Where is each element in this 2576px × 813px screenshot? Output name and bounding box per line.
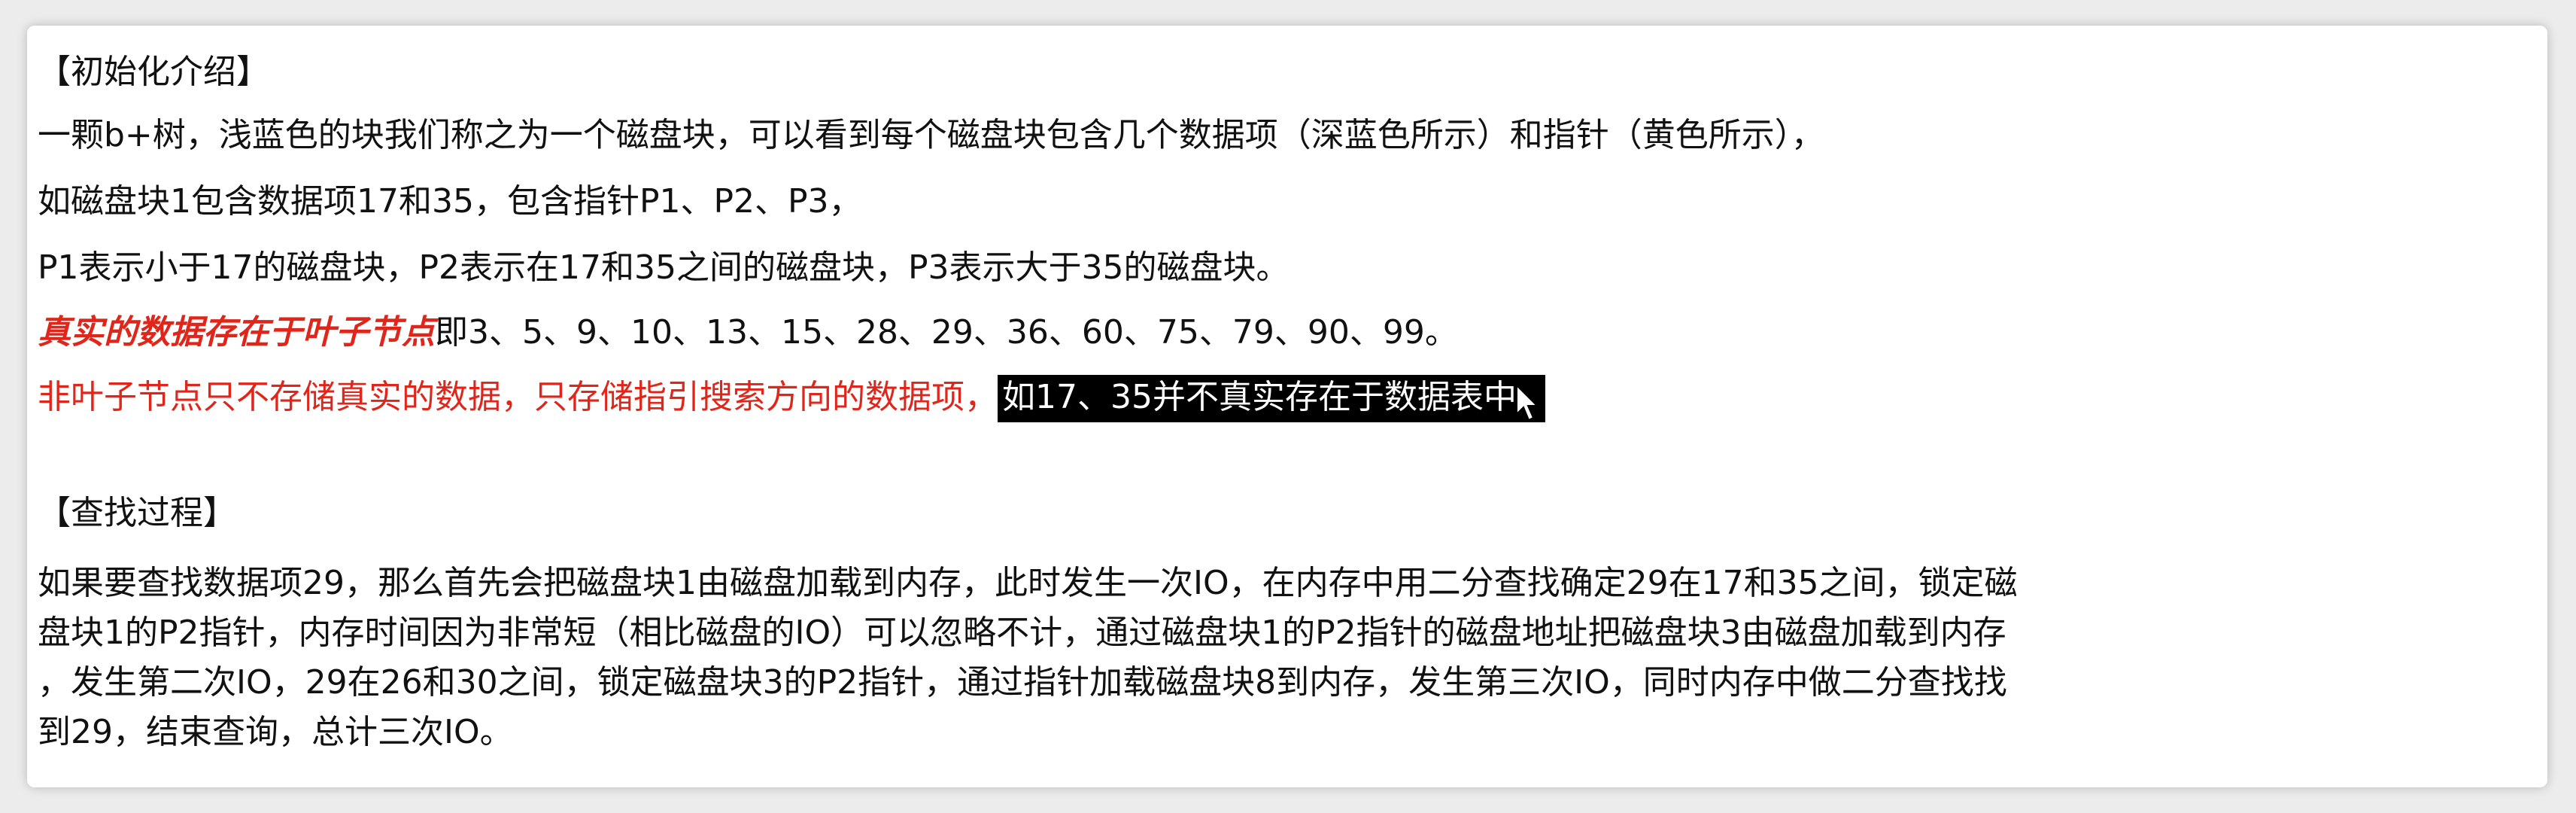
intro-line-1: 一颗b+树，浅蓝色的块我们称之为一个磁盘块，可以看到每个磁盘块包含几个数据项（深…: [38, 116, 1824, 154]
search-heading: 【查找过程】: [38, 494, 236, 532]
intro-line-5: 非叶子节点只不存储真实的数据，只存储指引搜索方向的数据项， 如17、35并不真实存…: [38, 375, 1545, 422]
leaf-values: 即3、5、9、10、13、15、28、29、36、60、75、79、90、99。: [435, 313, 1458, 352]
non-leaf-note: 非叶子节点只不存储真实的数据，只存储指引搜索方向的数据项，: [38, 378, 998, 416]
search-para-line-1: 如果要查找数据项29，那么首先会把磁盘块1由磁盘加载到内存，此时发生一次IO，在…: [38, 564, 2018, 602]
mouse-pointer-icon: [1515, 384, 1539, 422]
search-para-line-4: 到29，结束查询，总计三次IO。: [38, 713, 513, 751]
leaf-node-emphasis: 真实的数据存在于叶子节点: [38, 313, 435, 352]
intro-line-3: P1表示小于17的磁盘块，P2表示在17和35之间的磁盘块，P3表示大于35的磁…: [38, 248, 1290, 287]
document-card: 【初始化介绍】 一颗b+树，浅蓝色的块我们称之为一个磁盘块，可以看到每个磁盘块包…: [27, 26, 2547, 787]
search-para-line-2: 盘块1的P2指针，内存时间因为非常短（相比磁盘的IO）可以忽略不计，通过磁盘块1…: [38, 614, 2006, 652]
intro-heading: 【初始化介绍】: [38, 53, 269, 91]
search-para-line-3: ，发生第二次IO，29在26和30之间，锁定磁盘块3的P2指针，通过指针加载磁盘…: [38, 663, 2007, 702]
intro-line-2: 如磁盘块1包含数据项17和35，包含指针P1、P2、P3，: [38, 182, 862, 221]
intro-line-4: 真实的数据存在于叶子节点即3、5、9、10、13、15、28、29、36、60、…: [38, 310, 1458, 355]
selected-text[interactable]: 如17、35并不真实存在于数据表中: [998, 375, 1545, 422]
